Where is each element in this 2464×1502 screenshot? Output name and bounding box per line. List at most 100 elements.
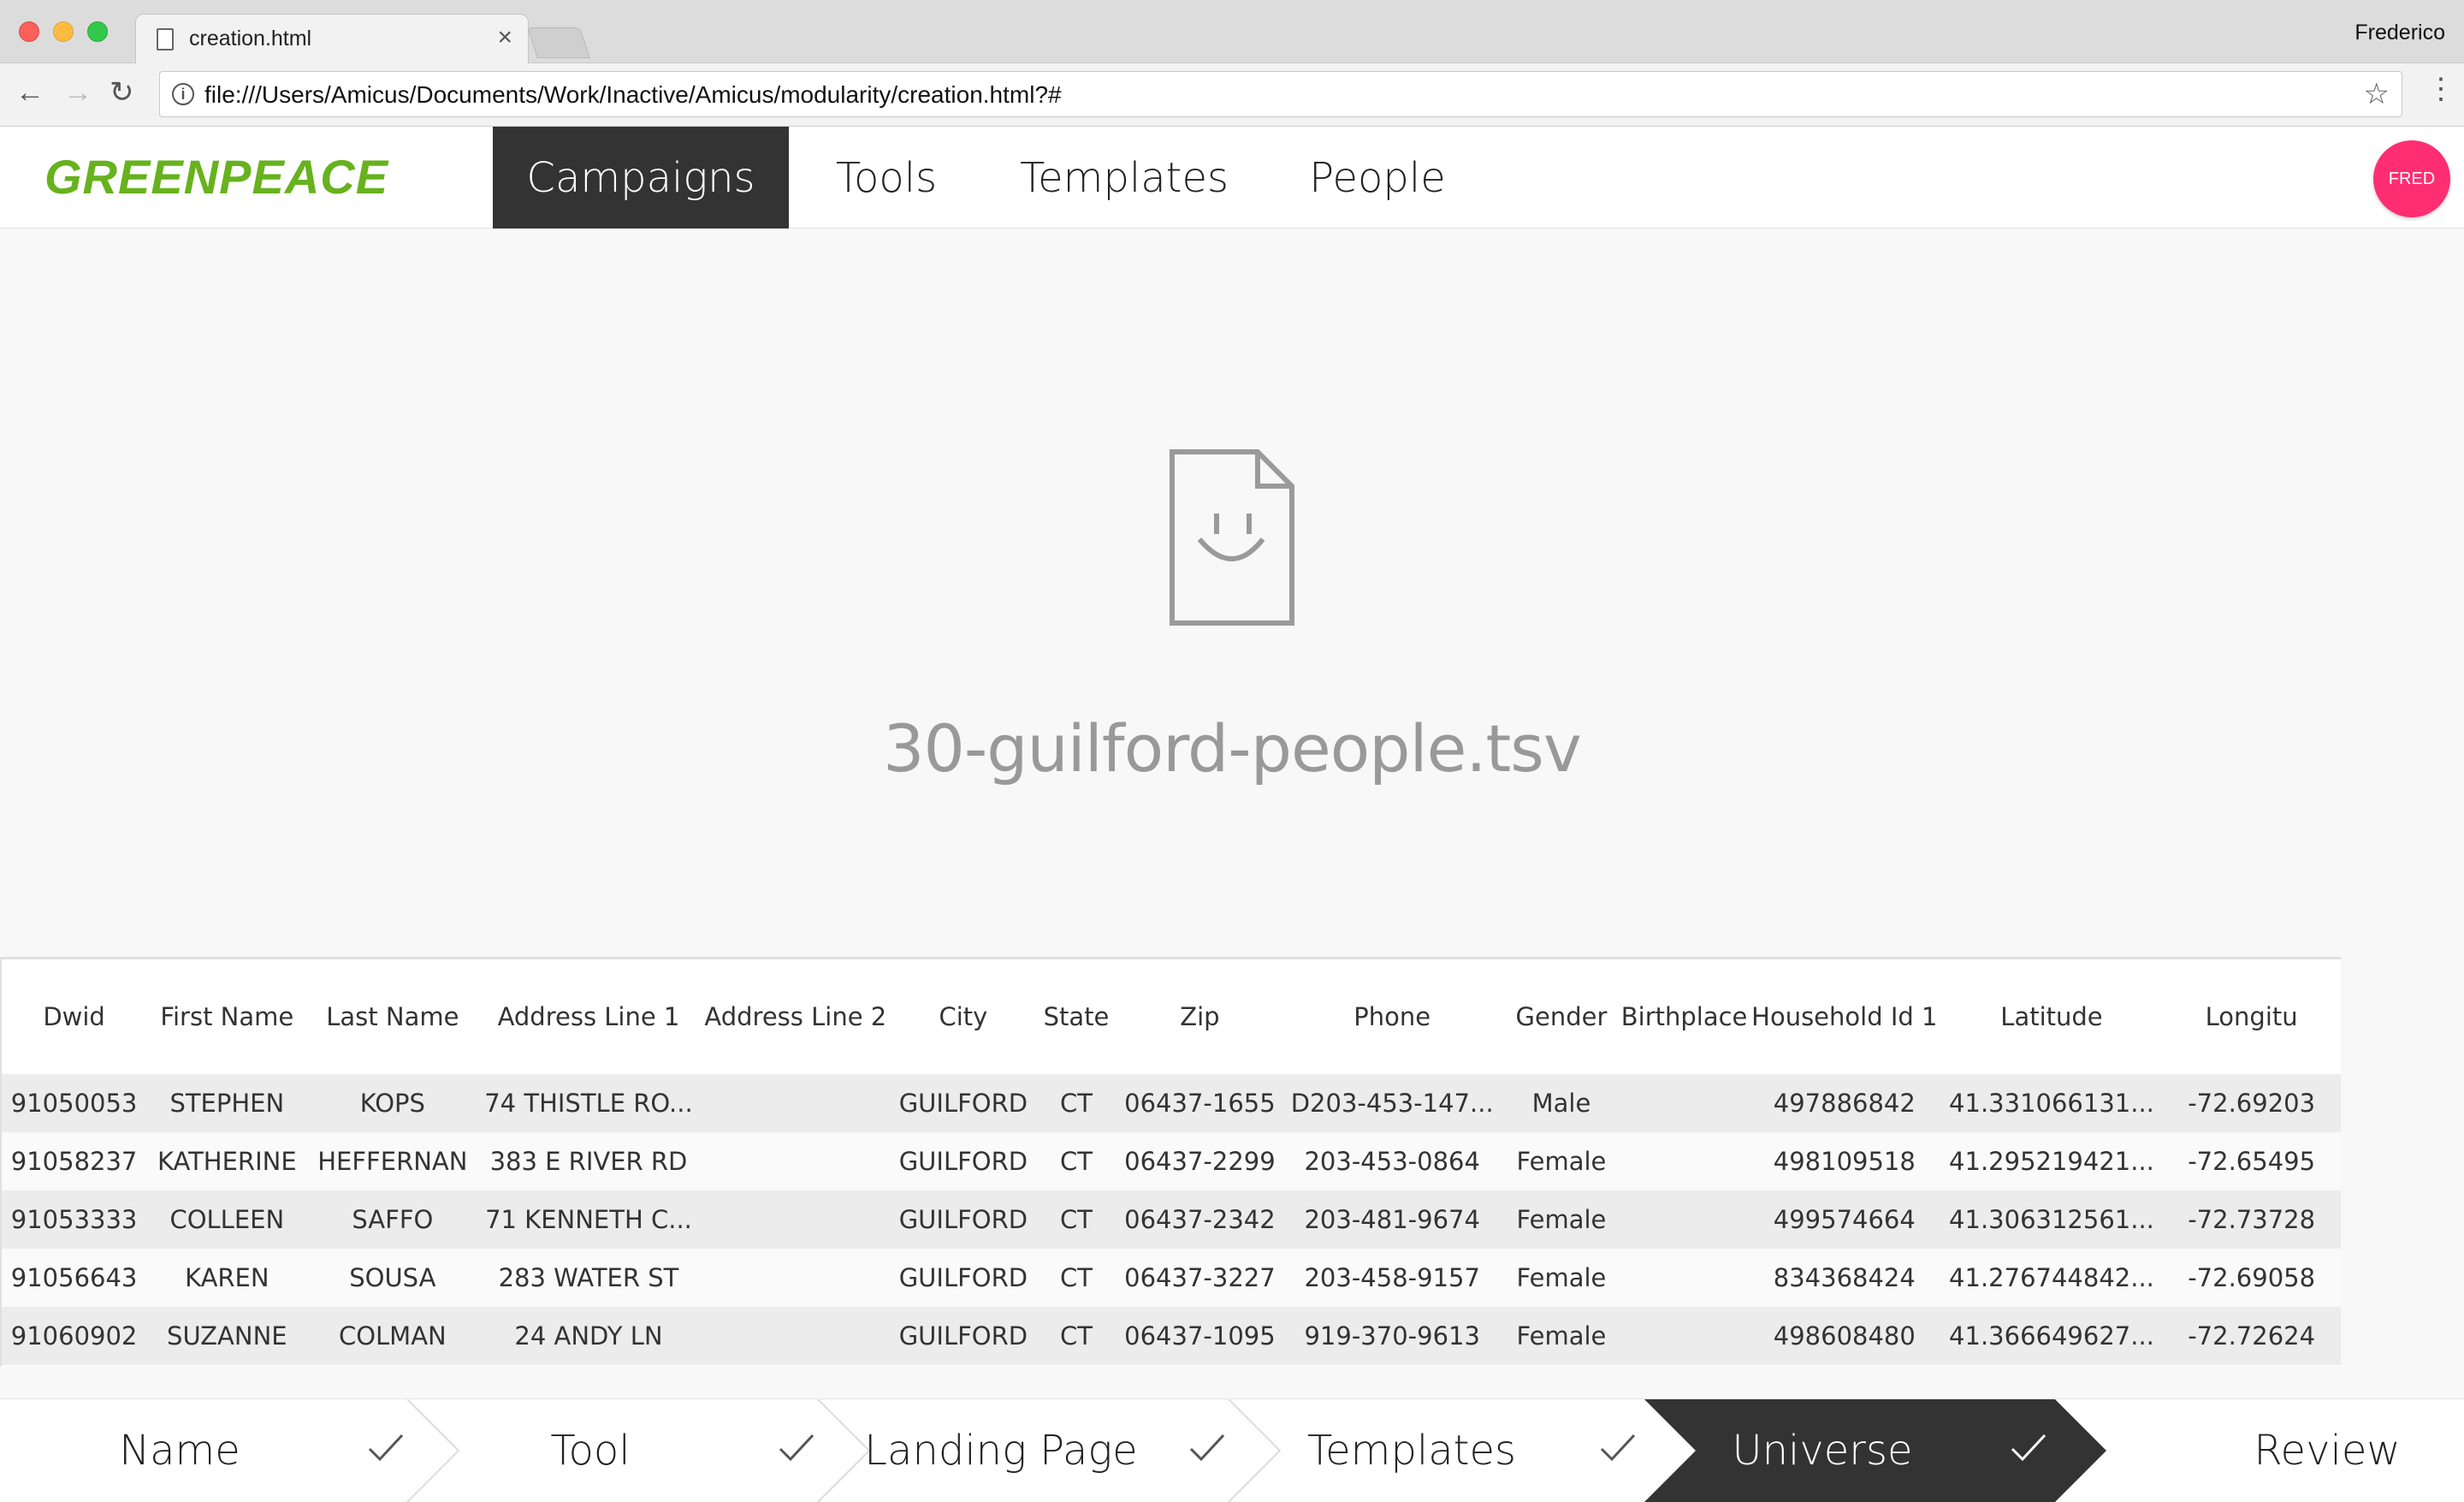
minimize-window-button[interactable] — [53, 21, 74, 42]
table-cell: 41.306312561... — [1940, 1190, 2163, 1249]
column-header[interactable]: Phone — [1282, 959, 1502, 1074]
table-cell: 498608480 — [1747, 1307, 1941, 1365]
table-cell: Female — [1502, 1190, 1621, 1249]
column-header[interactable]: City — [891, 959, 1035, 1074]
table-cell: 203-453-0864 — [1282, 1132, 1502, 1190]
new-tab-button[interactable] — [527, 27, 590, 58]
table-cell: KATHERINE — [146, 1132, 308, 1190]
table-row[interactable]: 91058237 KATHERINE HEFFERNAN 383 E RIVER RD… — [2, 1132, 2341, 1190]
step-review[interactable]: Review — [2053, 1399, 2464, 1502]
table-cell: 41.295219421... — [1940, 1132, 2163, 1190]
checkmark-icon — [1189, 1434, 1225, 1462]
greenpeace-logo[interactable]: GREENPEACE — [44, 149, 388, 205]
column-header[interactable]: Dwid — [2, 959, 146, 1074]
info-icon[interactable]: i — [172, 83, 194, 105]
table-cell: Female — [1502, 1249, 1621, 1307]
column-header[interactable]: Gender — [1502, 959, 1621, 1074]
table-cell: 91056643 — [2, 1249, 147, 1307]
column-header[interactable]: Latitude — [1941, 959, 2163, 1074]
table-cell — [1620, 1249, 1748, 1307]
column-header[interactable]: Address Line 2 — [700, 959, 891, 1074]
table-cell: COLMAN — [307, 1307, 478, 1365]
table-cell: 41.366649627... — [1940, 1307, 2163, 1365]
back-arrow-icon[interactable]: ← — [15, 75, 44, 110]
table-cell: 383 E RIVER RD — [477, 1132, 700, 1190]
close-window-button[interactable] — [19, 21, 39, 42]
table-cell: 499574664 — [1747, 1190, 1941, 1249]
column-header[interactable]: Household Id 1 — [1748, 959, 1941, 1074]
url-text[interactable]: file:///Users/Amicus/Documents/Work/Inac… — [204, 81, 1062, 109]
table-row[interactable]: 91053333 COLLEEN SAFFO 71 KENNETH C... GUILF… — [2, 1190, 2341, 1249]
more-menu-icon[interactable]: ⋮ — [2426, 72, 2455, 106]
table-cell: 919-370-9613 — [1282, 1307, 1502, 1365]
close-tab-icon[interactable]: × — [497, 23, 512, 52]
browser-tab[interactable]: creation.html × — [135, 14, 529, 65]
table-row[interactable]: 91050053 STEPHEN KOPS 74 THISTLE RO... GUILF… — [2, 1074, 2341, 1132]
user-avatar[interactable]: FRED — [2373, 140, 2450, 217]
step-label: Universe — [1732, 1427, 1913, 1475]
table-cell: GUILFORD — [891, 1307, 1035, 1365]
step-name[interactable]: Name — [0, 1399, 411, 1502]
table-cell: 06437-3227 — [1117, 1249, 1282, 1307]
table-cell: 498109518 — [1747, 1132, 1941, 1190]
bookmark-star-icon[interactable]: ☆ — [2364, 77, 2390, 111]
step-universe[interactable]: Universe — [1643, 1399, 2053, 1502]
table-cell — [1620, 1307, 1748, 1365]
table-cell: Female — [1502, 1307, 1621, 1365]
step-templates[interactable]: Templates — [1232, 1399, 1643, 1502]
address-bar[interactable]: i file:///Users/Amicus/Documents/Work/In… — [159, 71, 2402, 117]
table-cell — [1620, 1132, 1748, 1190]
data-table: Dwid First Name Last Name Address Line 1 Add… — [2, 959, 2341, 1365]
table-cell: D203-453-147... — [1282, 1074, 1502, 1132]
nav-tab-tools[interactable]: Tools — [789, 127, 984, 229]
table-cell: 91050053 — [2, 1074, 147, 1132]
table-cell: 497886842 — [1747, 1074, 1941, 1132]
column-header[interactable]: Birthplace — [1620, 959, 1748, 1074]
column-header[interactable]: Longitu — [2162, 959, 2341, 1074]
table-row[interactable]: 91060902 SUZANNE COLMAN 24 ANDY LN GUILFORD C… — [2, 1307, 2341, 1365]
people-table: Dwid First Name Last Name Address Line 1 Add… — [0, 957, 2341, 1366]
step-tool[interactable]: Tool — [411, 1399, 821, 1502]
step-landing-page[interactable]: Landing Page — [821, 1399, 1232, 1502]
table-cell: -72.72624 — [2162, 1307, 2341, 1365]
table-cell: SAFFO — [307, 1190, 478, 1249]
table-cell: CT — [1034, 1132, 1118, 1190]
browser-toolbar: ← → ↻ i file:///Users/Amicus/Documents/W… — [0, 63, 2464, 127]
creation-stepper: Name Tool Landing Page Templates Universe Rev… — [0, 1398, 2464, 1502]
table-cell: 74 THISTLE RO... — [477, 1074, 700, 1132]
table-cell: 283 WATER ST — [477, 1249, 700, 1307]
profile-name[interactable]: Frederico — [2354, 21, 2445, 45]
column-header[interactable]: First Name — [146, 959, 307, 1074]
table-cell: GUILFORD — [891, 1074, 1035, 1132]
reload-icon[interactable]: ↻ — [110, 75, 134, 110]
table-cell — [699, 1132, 891, 1190]
nav-tab-campaigns[interactable]: Campaigns — [493, 127, 789, 229]
table-cell: CT — [1034, 1307, 1118, 1365]
nav-tab-templates[interactable]: Templates — [984, 127, 1265, 229]
column-header[interactable]: State — [1035, 959, 1117, 1074]
forward-arrow-icon[interactable]: → — [63, 75, 92, 110]
table-cell — [699, 1074, 891, 1132]
table-cell: -72.65495 — [2162, 1132, 2341, 1190]
checkmark-icon — [2011, 1434, 2046, 1462]
table-cell: -72.73728 — [2162, 1190, 2341, 1249]
table-cell: 203-458-9157 — [1282, 1249, 1502, 1307]
nav-tab-people[interactable]: People — [1265, 127, 1490, 229]
table-cell: COLLEEN — [146, 1190, 308, 1249]
maximize-window-button[interactable] — [87, 21, 108, 42]
column-header[interactable]: Last Name — [307, 959, 477, 1074]
column-header[interactable]: Zip — [1117, 959, 1282, 1074]
table-cell: 06437-2342 — [1117, 1190, 1282, 1249]
step-label: Name — [119, 1427, 240, 1475]
table-row[interactable]: 91056643 KAREN SOUSA 283 WATER ST GUILFORD CT… — [2, 1249, 2341, 1307]
table-cell: Female — [1502, 1132, 1621, 1190]
table-cell: -72.69203 — [2162, 1074, 2341, 1132]
table-cell: 24 ANDY LN — [477, 1307, 700, 1365]
step-label: Tool — [550, 1427, 631, 1475]
table-cell: SUZANNE — [146, 1307, 308, 1365]
table-cell: 203-481-9674 — [1282, 1190, 1502, 1249]
table-cell — [699, 1307, 891, 1365]
column-header[interactable]: Address Line 1 — [477, 959, 699, 1074]
table-cell: GUILFORD — [891, 1249, 1035, 1307]
table-cell: 41.331066131... — [1940, 1074, 2163, 1132]
